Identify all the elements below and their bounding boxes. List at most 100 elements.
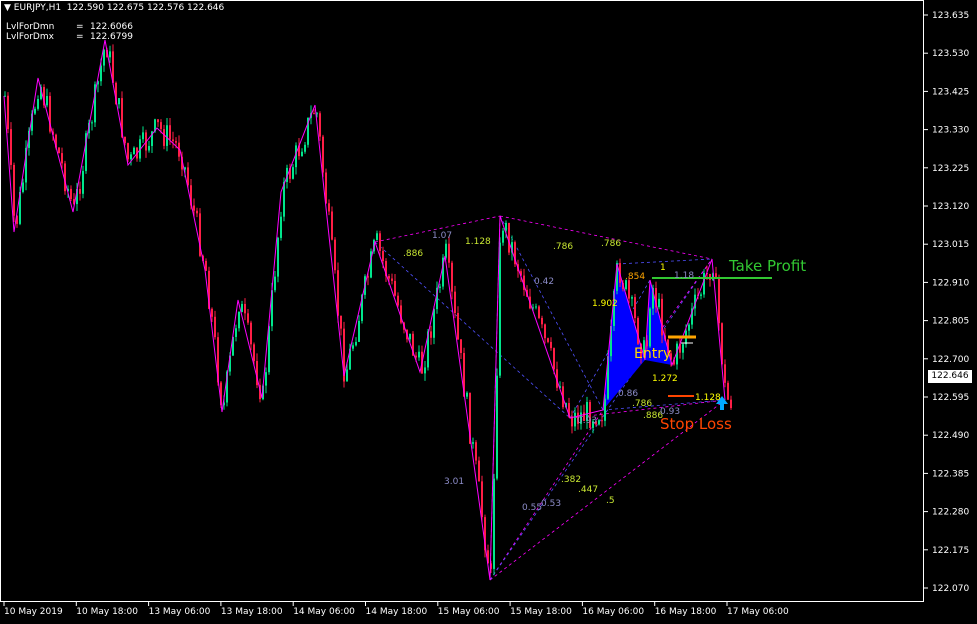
candle-body bbox=[703, 273, 705, 295]
candle-body bbox=[553, 348, 555, 370]
candle-body bbox=[58, 147, 60, 154]
candle-body bbox=[727, 382, 729, 400]
candle-body bbox=[148, 145, 150, 151]
fib-ratio-label: 3.01 bbox=[444, 477, 464, 487]
candle-body bbox=[358, 320, 360, 342]
candle-body bbox=[238, 312, 240, 329]
fib-ratio-label: 1.18 bbox=[674, 271, 694, 281]
candle-body bbox=[535, 306, 537, 308]
time-axis[interactable]: 10 May 2019 10 May 18:00 13 May 06:00 13 Ma… bbox=[3, 602, 789, 617]
candle-body bbox=[346, 369, 348, 382]
price-label: 123.015 bbox=[932, 240, 969, 250]
fib-ratio-label: 0.55 bbox=[522, 503, 542, 513]
candle-body bbox=[34, 108, 36, 114]
candle-body bbox=[328, 203, 330, 212]
candle-body bbox=[244, 303, 246, 314]
fib-ratio-label: 0.93 bbox=[577, 416, 597, 426]
candle-body bbox=[379, 233, 381, 251]
candle-body bbox=[397, 295, 399, 306]
candle-body bbox=[22, 182, 24, 192]
candle-body bbox=[544, 324, 546, 339]
candle-body bbox=[460, 339, 462, 354]
fib-ratio-label: .854 bbox=[625, 272, 645, 282]
candle-body bbox=[250, 322, 252, 345]
candle-body bbox=[301, 151, 303, 157]
time-label: 10 May 2019 bbox=[4, 607, 63, 617]
candle-body bbox=[541, 317, 543, 325]
price-label: 123.120 bbox=[932, 202, 969, 212]
price-label: 123.635 bbox=[932, 11, 969, 21]
equals-sign: = bbox=[76, 22, 84, 32]
price-label: 122.385 bbox=[932, 469, 969, 479]
fib-ratio-label: 1 bbox=[660, 263, 666, 273]
candle-body bbox=[478, 460, 480, 482]
candle-body bbox=[304, 144, 306, 152]
time-label: 13 May 06:00 bbox=[149, 607, 211, 617]
candle-body bbox=[79, 188, 81, 194]
candle-body bbox=[130, 154, 132, 160]
candle-body bbox=[235, 328, 237, 337]
candle-body bbox=[103, 49, 105, 66]
price-label: 123.225 bbox=[932, 164, 969, 174]
candle-body bbox=[70, 188, 72, 200]
candle-body bbox=[409, 333, 411, 340]
candle-body bbox=[700, 294, 702, 296]
candle-body bbox=[499, 242, 501, 376]
candle-body bbox=[457, 313, 459, 340]
indicator-name: LvlForDmn bbox=[6, 22, 55, 32]
fib-ratio-label: .5 bbox=[606, 496, 615, 506]
indicator-name: LvlForDmx bbox=[6, 32, 54, 42]
time-label: 15 May 18:00 bbox=[510, 607, 572, 617]
candle-body bbox=[340, 315, 342, 329]
candle-body bbox=[502, 230, 504, 243]
menu-triangle-icon[interactable]: ▼ bbox=[4, 3, 14, 13]
candle-body bbox=[418, 351, 420, 358]
indicator-lvlfordmx: LvlForDmx = 122.6799 bbox=[6, 32, 133, 42]
candle-body bbox=[709, 273, 711, 280]
candle-body bbox=[538, 306, 540, 318]
time-label: 10 May 18:00 bbox=[76, 607, 138, 617]
candle-body bbox=[13, 164, 15, 216]
stop-loss-label: Stop Loss bbox=[660, 415, 732, 433]
candle-body bbox=[394, 280, 396, 296]
candle-body bbox=[322, 136, 324, 173]
indicator-value: 122.6799 bbox=[90, 32, 133, 42]
candle-body bbox=[451, 262, 453, 292]
plot-frame bbox=[0, 0, 924, 602]
fib-ratio-label: .786 bbox=[632, 399, 652, 409]
candle-body bbox=[46, 96, 48, 106]
candle-body bbox=[277, 237, 279, 277]
candle-body bbox=[331, 211, 333, 240]
candle-body bbox=[448, 243, 450, 263]
time-label: 15 May 06:00 bbox=[438, 607, 500, 617]
candle-body bbox=[496, 375, 498, 479]
candle-body bbox=[688, 324, 690, 331]
entry-label: Entry bbox=[634, 346, 671, 362]
candle-body bbox=[142, 132, 144, 140]
indicator-value: 122.6066 bbox=[90, 22, 133, 32]
equals-sign: = bbox=[76, 32, 84, 42]
chart-area[interactable]: 1.07 1.128 .886 .786 .786 0.42 1 1.18 .854 1.902 1… bbox=[0, 0, 977, 620]
fib-ratio-label: 1.07 bbox=[432, 231, 452, 241]
candle-body bbox=[91, 122, 93, 124]
fib-ratio-label: 1.128 bbox=[465, 237, 491, 247]
time-label: 17 May 06:00 bbox=[727, 607, 789, 617]
candle-body bbox=[454, 291, 456, 314]
fib-ratio-label: .447 bbox=[578, 485, 598, 495]
candle-body bbox=[391, 278, 393, 281]
time-label: 13 May 18:00 bbox=[221, 607, 283, 617]
price-label: 122.490 bbox=[932, 431, 969, 441]
ohlc-values: 122.590 122.675 122.576 122.646 bbox=[66, 3, 225, 13]
price-label: 122.910 bbox=[932, 278, 969, 288]
candle-body bbox=[445, 243, 447, 258]
candle-body bbox=[247, 313, 249, 323]
candle-body bbox=[718, 276, 720, 324]
candle-body bbox=[193, 205, 195, 211]
candle-body bbox=[382, 250, 384, 262]
candle-body bbox=[37, 98, 39, 109]
candle-body bbox=[598, 420, 600, 425]
candle-body bbox=[433, 309, 435, 338]
price-axis[interactable]: 123.635 123.530 123.425 123.330 123.225 123.1… bbox=[924, 11, 969, 594]
price-label: 123.425 bbox=[932, 87, 969, 97]
candle-body bbox=[574, 412, 576, 427]
